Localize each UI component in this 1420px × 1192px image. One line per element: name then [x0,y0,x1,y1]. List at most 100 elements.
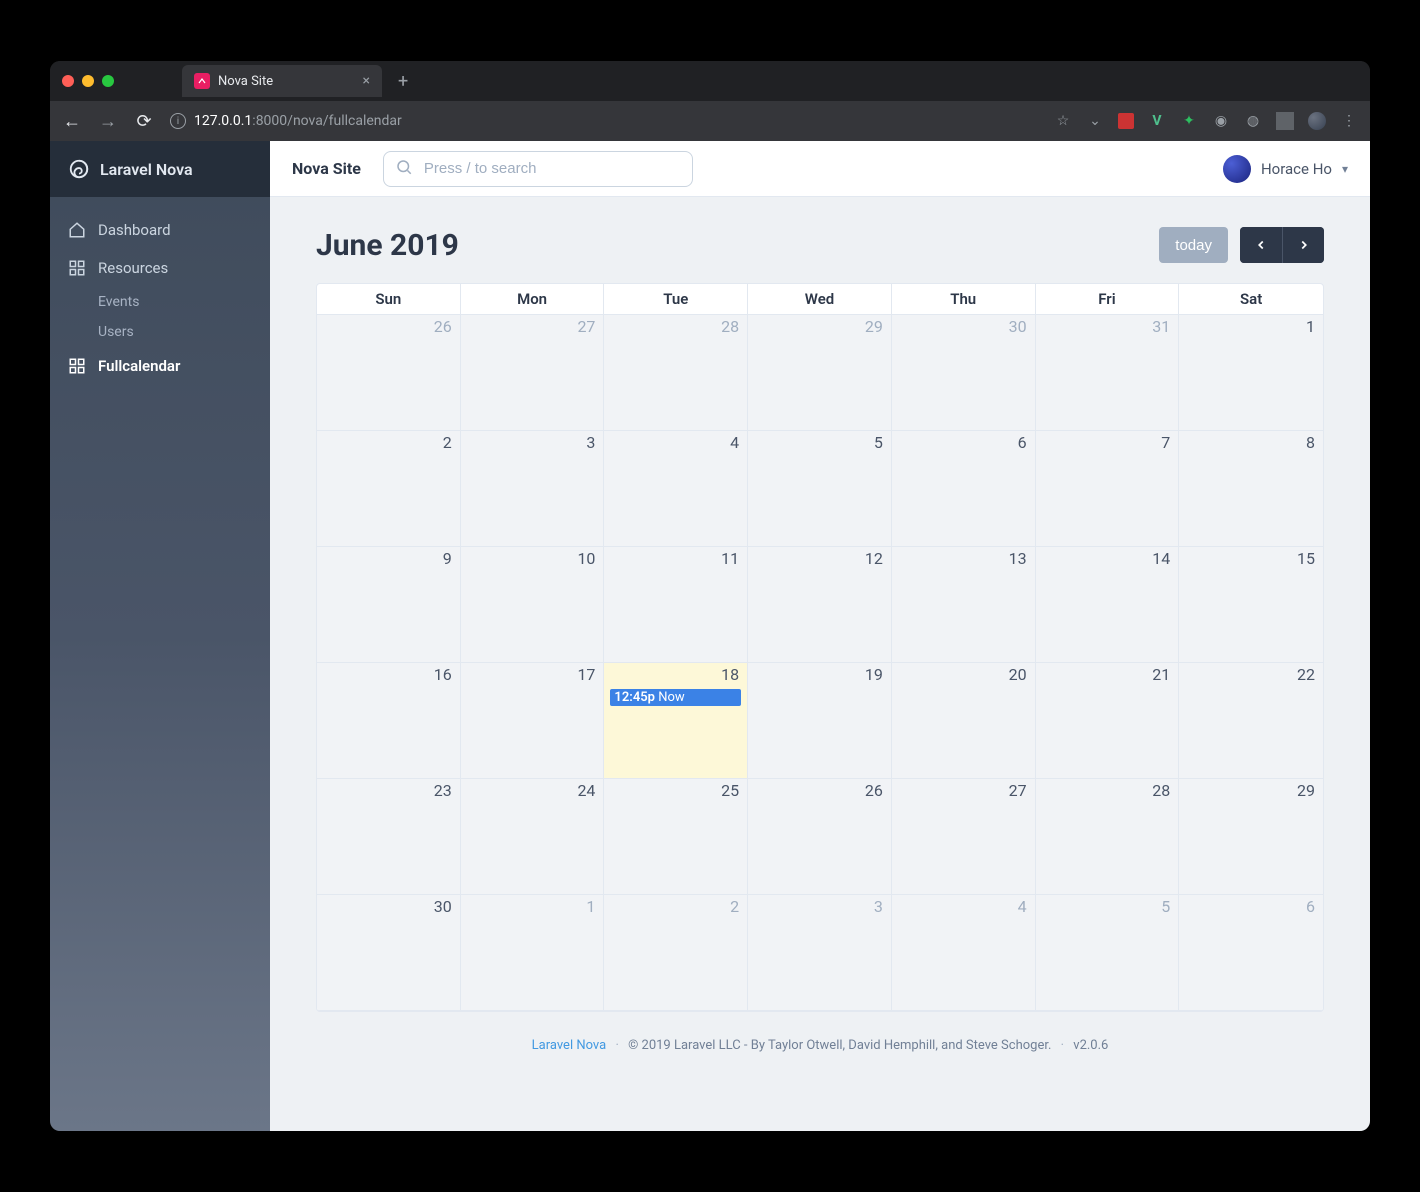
prev-button[interactable] [1240,227,1282,263]
day-number: 25 [721,781,739,800]
calendar-cell[interactable]: 27 [892,779,1036,895]
brand[interactable]: Laravel Nova [50,141,270,197]
calendar-cell[interactable]: 28 [604,315,748,431]
calendar-cell[interactable]: 6 [1179,895,1323,1011]
calendar-cell[interactable]: 21 [1036,663,1180,779]
browser-address-bar: ← → ⟳ i 127.0.0.1:8000/nova/fullcalendar… [50,101,1370,141]
sidebar-item-fullcalendar[interactable]: Fullcalendar [50,347,270,385]
calendar-cell[interactable]: 29 [748,315,892,431]
next-button[interactable] [1282,227,1324,263]
calendar-cell[interactable]: 3 [461,431,605,547]
calendar-cell[interactable]: 4 [604,431,748,547]
calendar-cell[interactable]: 28 [1036,779,1180,895]
calendar-cell[interactable]: 7 [1036,431,1180,547]
calendar-cell[interactable]: 9 [317,547,461,663]
pocket-icon[interactable]: ⌄ [1086,112,1104,130]
new-tab-button[interactable]: + [390,71,416,92]
day-number: 3 [586,433,595,452]
calendar-cell[interactable]: 24 [461,779,605,895]
search-wrap [383,151,693,187]
url-port: :8000 [252,113,287,129]
calendar-cell[interactable]: 29 [1179,779,1323,895]
calendar-cell[interactable]: 30 [892,315,1036,431]
calendar-cell[interactable]: 12 [748,547,892,663]
close-tab-button[interactable]: × [363,73,370,89]
sidebar-subitem-users[interactable]: Users [98,317,270,347]
app-frame: Laravel Nova Dashboard Resources Events [50,141,1370,1131]
calendar-cell[interactable]: 14 [1036,547,1180,663]
calendar-cell[interactable]: 20 [892,663,1036,779]
calendar-cell[interactable]: 16 [317,663,461,779]
calendar-cell[interactable]: 13 [892,547,1036,663]
day-number: 2 [730,897,739,916]
event-time: 12:45p [614,690,658,705]
minimize-window-button[interactable] [82,75,94,87]
today-button[interactable]: today [1159,227,1228,263]
calendar-cell[interactable]: 26 [748,779,892,895]
calendar-cell[interactable]: 31 [1036,315,1180,431]
profile-avatar-icon[interactable] [1308,112,1326,130]
day-number: 30 [434,897,452,916]
sidebar-item-label: Resources [98,259,168,277]
ext-icon-2[interactable]: ◉ [1212,112,1230,130]
day-number: 1 [1306,317,1315,336]
calendar-cell[interactable]: 22 [1179,663,1323,779]
day-header: Wed [748,284,892,315]
calendar-cell[interactable]: 23 [317,779,461,895]
calendar-cell[interactable]: 17 [461,663,605,779]
calendar-cell[interactable]: 2 [604,895,748,1011]
browser-tab[interactable]: Nova Site × [182,65,382,97]
sidebar-nav: Dashboard Resources Events Users Ful [50,197,270,399]
day-number: 11 [721,549,739,568]
window-controls [62,75,114,87]
calendar-cell[interactable]: 3 [748,895,892,1011]
calendar-cell[interactable]: 1 [461,895,605,1011]
calendar-cell[interactable]: 27 [461,315,605,431]
calendar-cell[interactable]: 26 [317,315,461,431]
maximize-window-button[interactable] [102,75,114,87]
sidebar-subitem-events[interactable]: Events [98,287,270,317]
calendar-cell[interactable]: 8 [1179,431,1323,547]
calendar-cell[interactable]: 2 [317,431,461,547]
day-number: 9 [443,549,452,568]
site-info-icon[interactable]: i [170,113,186,129]
calendar-cell[interactable]: 19 [748,663,892,779]
forward-button[interactable]: → [98,111,118,132]
url-display[interactable]: i 127.0.0.1:8000/nova/fullcalendar [170,113,1038,129]
sidebar-item-dashboard[interactable]: Dashboard [50,211,270,249]
calendar-cell[interactable]: 10 [461,547,605,663]
search-icon [395,158,413,180]
grid-icon [68,259,86,277]
sidebar-item-resources[interactable]: Resources [50,249,270,287]
user-menu[interactable]: Horace Ho ▾ [1223,155,1348,183]
close-window-button[interactable] [62,75,74,87]
day-number: 21 [1152,665,1170,684]
evernote-icon[interactable]: ✦ [1180,112,1198,130]
search-input[interactable] [383,151,693,187]
calendar-cell[interactable]: 15 [1179,547,1323,663]
day-number: 19 [865,665,883,684]
calendar-event[interactable]: 12:45p Now [610,689,741,706]
star-icon[interactable]: ☆ [1054,112,1072,130]
calendar-cell[interactable]: 25 [604,779,748,895]
footer-copyright: © 2019 Laravel LLC - By Taylor Otwell, D… [628,1038,1051,1053]
vue-devtools-icon[interactable]: V [1148,112,1166,130]
reload-button[interactable]: ⟳ [134,111,154,132]
calendar-cell[interactable]: 30 [317,895,461,1011]
day-number: 4 [730,433,739,452]
calendar-cell[interactable]: 5 [748,431,892,547]
calendar-cell[interactable]: 1 [1179,315,1323,431]
calendar-title: June 2019 [316,228,459,263]
calendar-cell[interactable]: 6 [892,431,1036,547]
day-header: Tue [604,284,748,315]
ext-icon-3[interactable]: ◍ [1244,112,1262,130]
calendar-cell[interactable]: 4 [892,895,1036,1011]
ext-icon-1[interactable] [1118,113,1134,129]
calendar-cell[interactable]: 5 [1036,895,1180,1011]
calendar-cell[interactable]: 1812:45p Now [604,663,748,779]
browser-menu-button[interactable]: ⋮ [1340,112,1358,130]
sidebar: Laravel Nova Dashboard Resources Events [50,141,270,1131]
back-button[interactable]: ← [62,111,82,132]
footer-link[interactable]: Laravel Nova [532,1038,607,1053]
calendar-cell[interactable]: 11 [604,547,748,663]
